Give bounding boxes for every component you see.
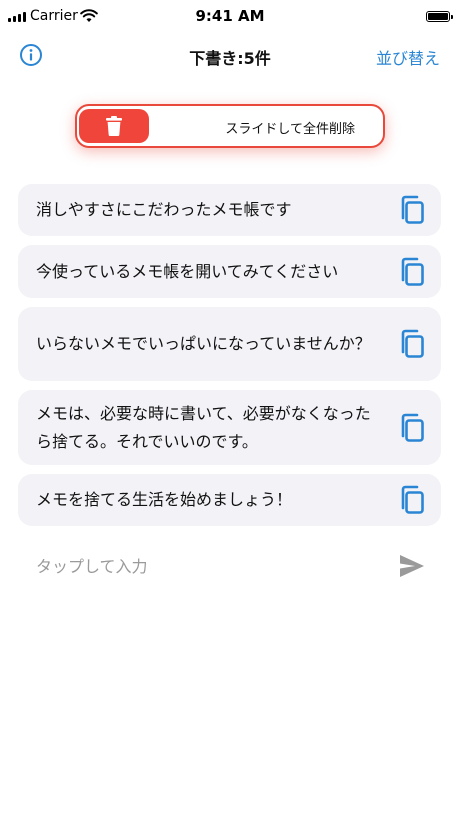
memo-text: いらないメモでいっぱいになっていませんか？	[36, 334, 371, 353]
memo-text: メモは、必要な時に書いて、必要がなくなったら捨てる。それでいいのです。	[36, 403, 371, 451]
copy-icon[interactable]	[399, 195, 425, 225]
trash-icon	[106, 116, 122, 136]
memo-text: 消しやすさにこだわったメモ帳です	[36, 200, 292, 219]
battery-icon	[426, 11, 453, 22]
list-item[interactable]: いらないメモでいっぱいになっていませんか？	[18, 307, 441, 381]
copy-icon[interactable]	[399, 485, 425, 515]
memo-list: 消しやすさにこだわったメモ帳です 今使っているメモ帳を開いてみてください いらな…	[18, 184, 441, 535]
list-item[interactable]: メモは、必要な時に書いて、必要がなくなったら捨てる。それでいいのです。	[18, 390, 441, 465]
memo-input-row	[18, 546, 441, 586]
delete-all-slider[interactable]: スライドして全件削除	[75, 104, 385, 148]
copy-icon[interactable]	[399, 329, 425, 359]
slider-label: スライドして全件削除	[225, 122, 355, 137]
nav-bar: 下書き:5件 並び替え	[0, 34, 460, 78]
copy-icon[interactable]	[399, 413, 425, 443]
memo-input[interactable]	[18, 546, 378, 586]
slider-handle[interactable]	[79, 109, 149, 143]
list-item[interactable]: 消しやすさにこだわったメモ帳です	[18, 184, 441, 236]
memo-text: メモを捨てる生活を始めましょう！	[36, 490, 293, 509]
status-time: 9:41 AM	[195, 7, 265, 25]
list-item[interactable]: 今使っているメモ帳を開いてみてください	[18, 245, 441, 298]
status-bar: Carrier 9:41 AM	[0, 0, 460, 34]
list-item[interactable]: メモを捨てる生活を始めましょう！	[18, 474, 441, 526]
copy-icon[interactable]	[399, 257, 425, 287]
send-icon[interactable]	[399, 554, 425, 578]
sort-button[interactable]: 並び替え	[376, 45, 440, 69]
memo-text: 今使っているメモ帳を開いてみてください	[36, 261, 339, 281]
